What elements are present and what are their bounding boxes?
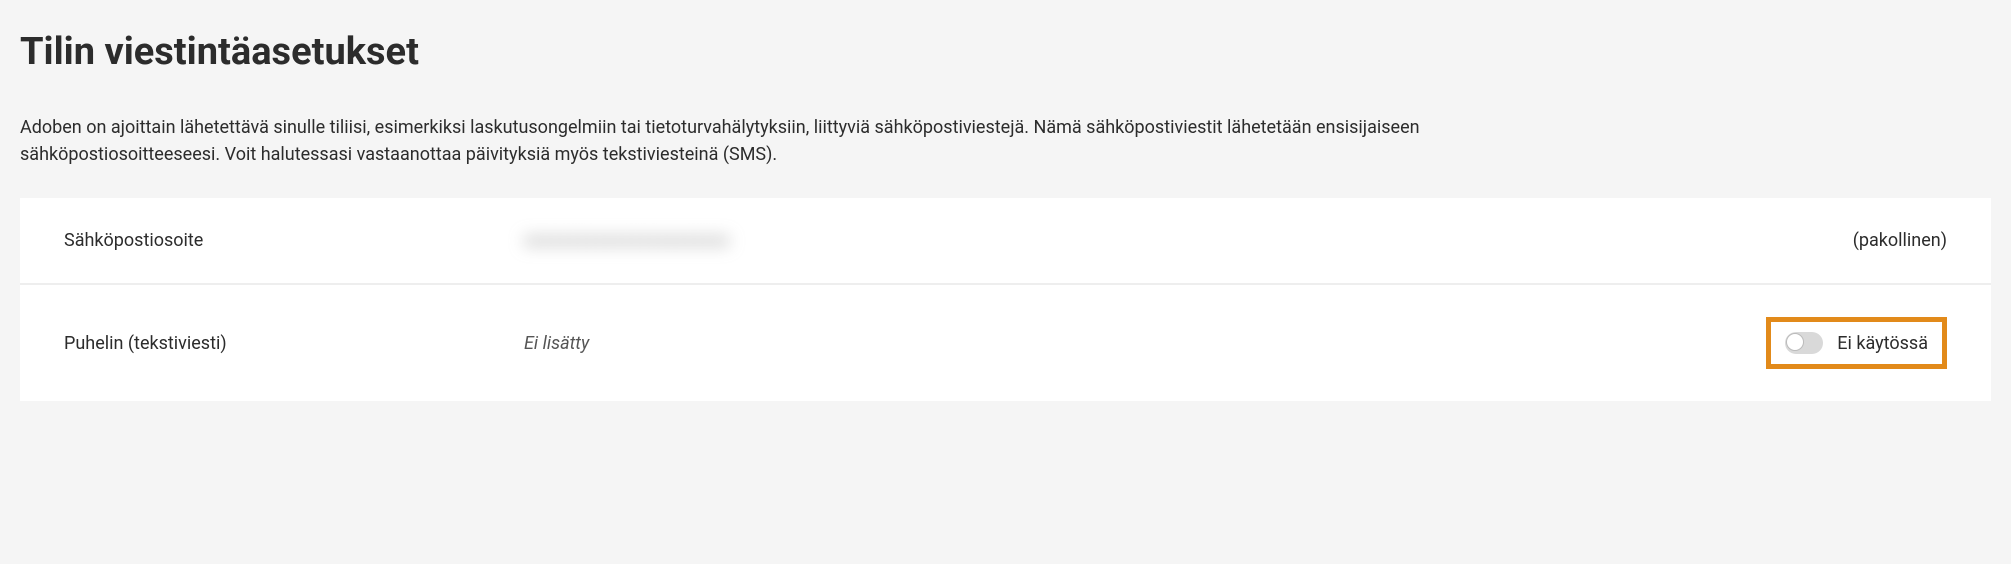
highlight-callout: Ei käytössä [1766,317,1947,369]
phone-value-text: Ei lisätty [524,333,589,354]
email-label: Sähköpostiosoite [64,230,524,251]
page-title: Tilin viestintäasetukset [20,30,1991,74]
email-value: xxxxxxxxxxxxxxxxxxxxxxx [524,230,1853,251]
email-row: Sähköpostiosoite xxxxxxxxxxxxxxxxxxxxxxx… [20,198,1991,283]
phone-row: Puhelin (tekstiviesti) Ei lisätty Ei käy… [20,283,1991,401]
email-value-text: xxxxxxxxxxxxxxxxxxxxxxx [524,230,729,251]
toggle-knob-icon [1786,333,1804,351]
page-description: Adoben on ajoittain lähetettävä sinulle … [20,114,1600,168]
sms-toggle[interactable] [1785,332,1823,354]
phone-value: Ei lisätty [524,333,1766,354]
phone-label: Puhelin (tekstiviesti) [64,333,524,354]
sms-toggle-label: Ei käytössä [1837,333,1928,354]
phone-toggle-area: Ei käytössä [1766,317,1947,369]
email-status: (pakollinen) [1853,230,1947,251]
settings-panel: Sähköpostiosoite xxxxxxxxxxxxxxxxxxxxxxx… [20,198,1991,401]
